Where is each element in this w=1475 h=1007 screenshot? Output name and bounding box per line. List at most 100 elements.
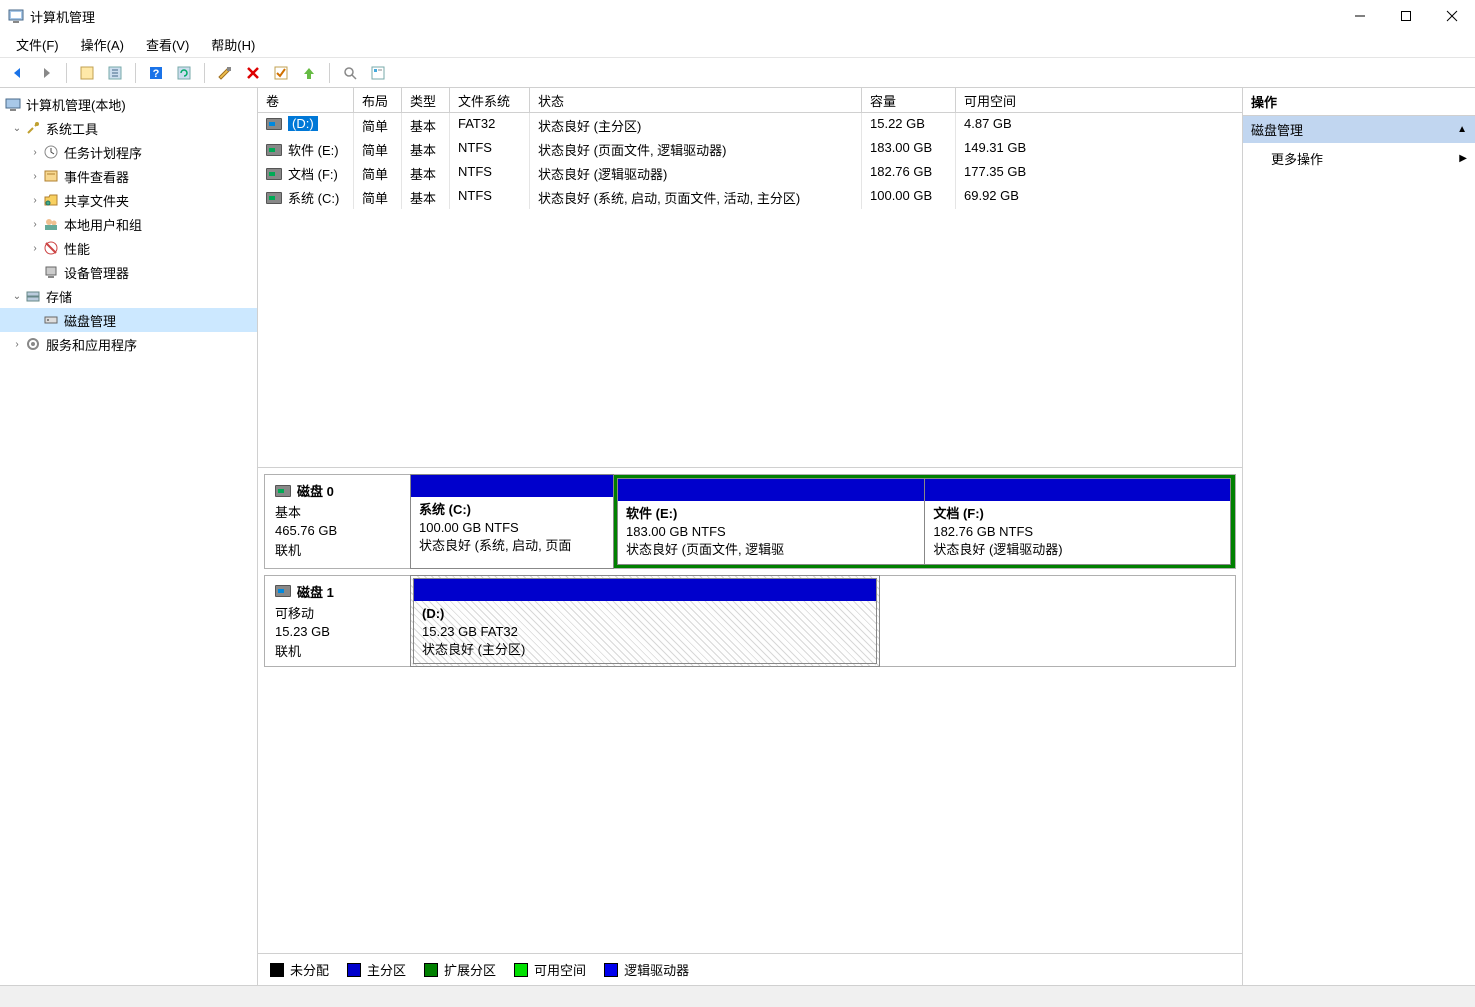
volume-type: 基本	[402, 137, 450, 161]
disk-mgmt-icon	[42, 311, 60, 329]
volume-layout: 简单	[354, 161, 402, 185]
menu-file[interactable]: 文件(F)	[6, 33, 69, 56]
tree-disk-management[interactable]: 磁盘管理	[0, 308, 257, 332]
up-button[interactable]	[297, 61, 321, 85]
partition-d[interactable]: (D:) 15.23 GB FAT32 状态良好 (主分区)	[410, 575, 880, 668]
expander-icon[interactable]: ›	[28, 243, 42, 254]
expander-icon[interactable]: ›	[28, 171, 42, 182]
col-status[interactable]: 状态	[530, 88, 862, 112]
disk-icon	[275, 485, 291, 497]
col-volume[interactable]: 卷	[258, 88, 354, 112]
help-button[interactable]: ?	[144, 61, 168, 85]
partition-status: 状态良好 (主分区)	[422, 641, 868, 659]
disk-icon	[275, 585, 291, 597]
volume-name: (D:)	[288, 116, 318, 131]
menu-help[interactable]: 帮助(H)	[201, 33, 265, 56]
tree-root[interactable]: 计算机管理(本地)	[0, 92, 257, 116]
partition-size: 15.23 GB FAT32	[422, 623, 868, 641]
disk-status: 联机	[275, 540, 400, 559]
show-hide-tree-button[interactable]	[75, 61, 99, 85]
list-button[interactable]	[366, 61, 390, 85]
partition-title: 文档 (F:)	[933, 505, 1222, 523]
tree-shared-folders[interactable]: ›共享文件夹	[0, 188, 257, 212]
actions-more[interactable]: 更多操作 ▶	[1243, 143, 1475, 174]
partition-title: 软件 (E:)	[626, 505, 916, 523]
drive-icon	[266, 192, 282, 204]
col-capacity[interactable]: 容量	[862, 88, 956, 112]
navigation-tree[interactable]: 计算机管理(本地) ⌄ 系统工具 › 任务计划程序 ›事件查看器 ›共享文件夹 ›…	[0, 88, 258, 985]
volume-free: 4.87 GB	[956, 113, 1050, 137]
minimize-button[interactable]	[1337, 0, 1383, 32]
tree-performance[interactable]: ›性能	[0, 236, 257, 260]
menubar: 文件(F) 操作(A) 查看(V) 帮助(H)	[0, 32, 1475, 58]
tree-task-scheduler[interactable]: › 任务计划程序	[0, 140, 257, 164]
col-layout[interactable]: 布局	[354, 88, 402, 112]
disk-type: 基本	[275, 502, 400, 521]
tree-device-manager[interactable]: 设备管理器	[0, 260, 257, 284]
check-button[interactable]	[269, 61, 293, 85]
volume-row[interactable]: (D:) 简单基本FAT32状态良好 (主分区)15.22 GB4.87 GB	[258, 113, 1242, 137]
expander-icon[interactable]: ›	[28, 195, 42, 206]
disk-name: 磁盘 0	[297, 481, 334, 500]
legend-logical: 逻辑驱动器	[604, 960, 689, 979]
expander-icon[interactable]: ⌄	[10, 291, 24, 302]
maximize-button[interactable]	[1383, 0, 1429, 32]
volume-status: 状态良好 (主分区)	[530, 113, 862, 137]
volume-status: 状态良好 (页面文件, 逻辑驱动器)	[530, 137, 862, 161]
volume-layout: 简单	[354, 137, 402, 161]
forward-button[interactable]	[34, 61, 58, 85]
menu-action[interactable]: 操作(A)	[71, 33, 134, 56]
tree-storage[interactable]: ⌄存储	[0, 284, 257, 308]
expander-icon[interactable]: ⌄	[10, 123, 24, 134]
extended-partition[interactable]: 软件 (E:) 183.00 GB NTFS 状态良好 (页面文件, 逻辑驱 文…	[614, 475, 1235, 568]
partition-c[interactable]: 系统 (C:) 100.00 GB NTFS 状态良好 (系统, 启动, 页面	[410, 474, 614, 569]
volume-row[interactable]: 系统 (C:)简单基本NTFS状态良好 (系统, 启动, 页面文件, 活动, 主…	[258, 185, 1242, 209]
volume-row[interactable]: 软件 (E:)简单基本NTFS状态良好 (页面文件, 逻辑驱动器)183.00 …	[258, 137, 1242, 161]
properties-button[interactable]	[103, 61, 127, 85]
actions-group-disk-mgmt[interactable]: 磁盘管理 ▲	[1243, 116, 1475, 143]
volume-list[interactable]: 卷 布局 类型 文件系统 状态 容量 可用空间 (D:)简单基本FAT32状态良…	[258, 88, 1242, 468]
tree-label: 任务计划程序	[64, 143, 142, 162]
disk-name: 磁盘 1	[297, 582, 334, 601]
close-button[interactable]	[1429, 0, 1475, 32]
drive-icon	[266, 144, 282, 156]
volume-free: 177.35 GB	[956, 161, 1050, 185]
volume-fs: FAT32	[450, 113, 530, 137]
partition-e[interactable]: 软件 (E:) 183.00 GB NTFS 状态良好 (页面文件, 逻辑驱	[617, 478, 925, 565]
tree-event-viewer[interactable]: ›事件查看器	[0, 164, 257, 188]
tree-services[interactable]: ›服务和应用程序	[0, 332, 257, 356]
actions-header: 操作	[1243, 88, 1475, 116]
settings-button[interactable]	[213, 61, 237, 85]
col-type[interactable]: 类型	[402, 88, 450, 112]
drive-icon	[266, 118, 282, 130]
volume-row[interactable]: 文档 (F:)简单基本NTFS状态良好 (逻辑驱动器)182.76 GB177.…	[258, 161, 1242, 185]
col-fs[interactable]: 文件系统	[450, 88, 530, 112]
disk-size: 465.76 GB	[275, 523, 400, 538]
menu-view[interactable]: 查看(V)	[136, 33, 199, 56]
disk-1-row[interactable]: 磁盘 1 可移动 15.23 GB 联机 (D:) 15.23 GB FAT32…	[264, 575, 1236, 668]
expander-icon[interactable]: ›	[10, 339, 24, 350]
find-button[interactable]	[338, 61, 362, 85]
volume-layout: 简单	[354, 185, 402, 209]
storage-icon	[24, 287, 42, 305]
volume-capacity: 15.22 GB	[862, 113, 956, 137]
delete-button[interactable]	[241, 61, 265, 85]
col-free[interactable]: 可用空间	[956, 88, 1050, 112]
expander-icon[interactable]: ›	[28, 219, 42, 230]
disk-0-row[interactable]: 磁盘 0 基本 465.76 GB 联机 系统 (C:) 100.00 GB N…	[264, 474, 1236, 569]
performance-icon	[42, 239, 60, 257]
tree-root-label: 计算机管理(本地)	[26, 95, 126, 114]
computer-icon	[4, 95, 22, 113]
actions-group-label: 磁盘管理	[1251, 120, 1303, 139]
volume-fs: NTFS	[450, 161, 530, 185]
tree-local-users[interactable]: ›本地用户和组	[0, 212, 257, 236]
volume-type: 基本	[402, 113, 450, 137]
refresh-button[interactable]	[172, 61, 196, 85]
partition-f[interactable]: 文档 (F:) 182.76 GB NTFS 状态良好 (逻辑驱动器)	[924, 478, 1231, 565]
legend-free: 可用空间	[514, 960, 586, 979]
partition-size: 183.00 GB NTFS	[626, 523, 916, 541]
back-button[interactable]	[6, 61, 30, 85]
expander-icon[interactable]: ›	[28, 147, 42, 158]
volume-layout: 简单	[354, 113, 402, 137]
tree-system-tools[interactable]: ⌄ 系统工具	[0, 116, 257, 140]
